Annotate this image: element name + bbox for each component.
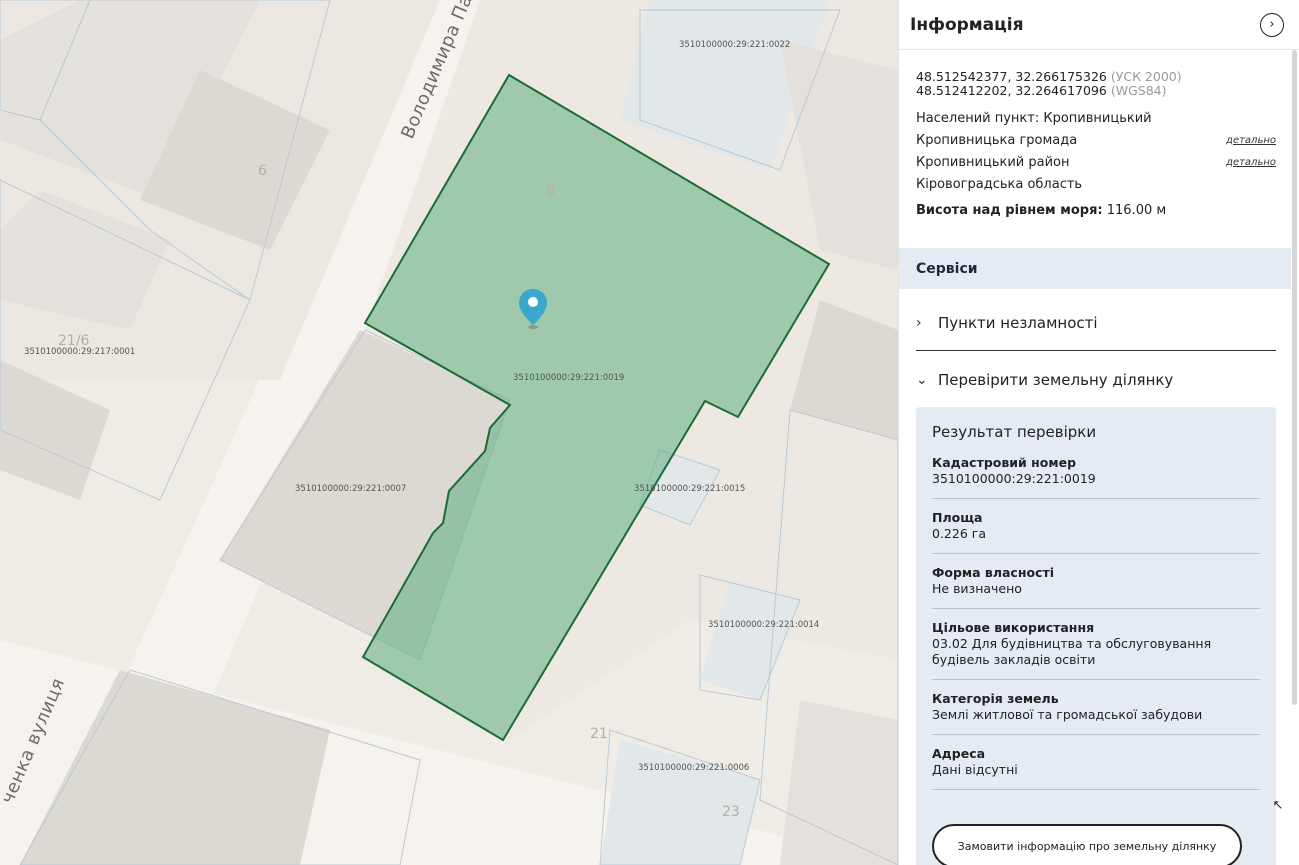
house-number: 8	[546, 183, 555, 199]
field-purpose: Цільове використання 03.02 Для будівницт…	[932, 620, 1260, 680]
panel-header: Інформація ›	[899, 0, 1299, 50]
region-row: Кіровоградська область	[916, 173, 1276, 195]
services-header: Сервіси	[899, 248, 1291, 289]
accordion-label: Пункти незламності	[938, 314, 1098, 332]
settlement-row: Населений пункт: Кропивницький	[916, 107, 1276, 129]
services-title: Сервіси	[916, 260, 978, 277]
chevron-down-icon: ⌄	[916, 371, 928, 388]
location-info: 48.512542377, 32.266175326 (УСК 2000) 48…	[899, 50, 1299, 225]
coord-system: (УСК 2000)	[1110, 69, 1182, 84]
map-canvas[interactable]: 3510100000:29:221:0022 3510100000:29:217…	[0, 0, 898, 865]
plot-label: 3510100000:29:221:0019	[513, 373, 624, 383]
community-row: Кропивницька громада детально	[916, 129, 1276, 151]
field-label: Площа	[932, 510, 983, 525]
check-result-box: Результат перевірки Кадастровий номер 35…	[916, 407, 1276, 865]
coord-value: 48.512412202, 32.264617096	[916, 83, 1107, 98]
house-number: 21/6	[58, 333, 90, 349]
field-label: Категорія земель	[932, 691, 1059, 706]
plot-label: 3510100000:29:221:0014	[708, 620, 819, 630]
altitude-value: 116.00 м	[1106, 203, 1167, 218]
order-info-button[interactable]: Замовити інформацію про земельну ділянку	[932, 824, 1242, 865]
map-view[interactable]: 3510100000:29:221:0022 3510100000:29:217…	[0, 0, 898, 865]
field-label: Цільове використання	[932, 620, 1095, 635]
field-value: Землі житлової та громадської забудови	[932, 707, 1203, 722]
field-cadastral-number: Кадастровий номер 3510100000:29:221:0019	[932, 455, 1260, 499]
field-value: Дані відсутні	[932, 762, 1018, 777]
community-detail-link[interactable]: детально	[1226, 135, 1276, 146]
field-value: 03.02 Для будівництва та обслуговування …	[932, 636, 1212, 667]
building	[600, 740, 760, 865]
collapse-panel-button[interactable]: ›	[1260, 12, 1284, 37]
chevron-right-icon: ›	[916, 315, 922, 331]
accordion-invincibility-points[interactable]: › Пункти незламності	[916, 296, 1276, 351]
community-text: Кропивницька громада	[916, 132, 1078, 148]
altitude-row: Висота над рівнем моря: 116.00 м	[916, 203, 1276, 225]
plot-label: 3510100000:29:221:0022	[679, 40, 790, 50]
plot-label: 3510100000:29:221:0006	[638, 763, 749, 773]
field-address: Адреса Дані відсутні	[932, 746, 1260, 790]
settlement-text: Населений пункт: Кропивницький	[916, 110, 1152, 126]
region-text: Кіровоградська область	[916, 176, 1083, 192]
plot-label: 3510100000:29:221:0015	[634, 484, 745, 494]
panel-scrollbar[interactable]	[1292, 50, 1297, 705]
district-text: Кропивницький район	[916, 154, 1070, 170]
field-label: Кадастровий номер	[932, 455, 1077, 470]
coord-system: (WGS84)	[1110, 83, 1167, 98]
field-label: Адреса	[932, 746, 986, 761]
result-title: Результат перевірки	[932, 423, 1097, 441]
building	[780, 700, 898, 865]
district-row: Кропивницький район детально	[916, 151, 1276, 173]
info-panel: Інформація › 48.512542377, 32.266175326 …	[898, 0, 1299, 865]
field-value: 3510100000:29:221:0019	[932, 471, 1096, 486]
coord-value: 48.512542377, 32.266175326	[916, 69, 1107, 84]
coordinates: 48.512542377, 32.266175326 (УСК 2000) 48…	[916, 70, 1276, 98]
panel-title: Інформація	[910, 14, 1024, 35]
altitude-label: Висота над рівнем моря:	[916, 203, 1103, 218]
field-value: 0.226 га	[932, 526, 986, 541]
house-number: 21	[590, 726, 608, 742]
field-label: Форма власності	[932, 565, 1055, 580]
arrow-up-left-icon[interactable]: ↖	[1269, 796, 1287, 814]
field-value: Не визначено	[932, 581, 1022, 596]
field-area: Площа 0.226 га	[932, 510, 1260, 554]
plot-label: 3510100000:29:221:0007	[295, 484, 406, 494]
house-number: 6	[258, 163, 267, 179]
building	[0, 360, 110, 500]
house-number: 23	[722, 804, 740, 820]
accordion-check-land-plot[interactable]: ⌄ Перевірити земельну ділянку	[916, 352, 1276, 407]
district-detail-link[interactable]: детально	[1226, 157, 1276, 168]
chevron-right-icon: ›	[1269, 17, 1275, 32]
accordion-label: Перевірити земельну ділянку	[938, 370, 1174, 389]
field-land-category: Категорія земель Землі житлової та грома…	[932, 691, 1260, 735]
field-ownership: Форма власності Не визначено	[932, 565, 1260, 609]
